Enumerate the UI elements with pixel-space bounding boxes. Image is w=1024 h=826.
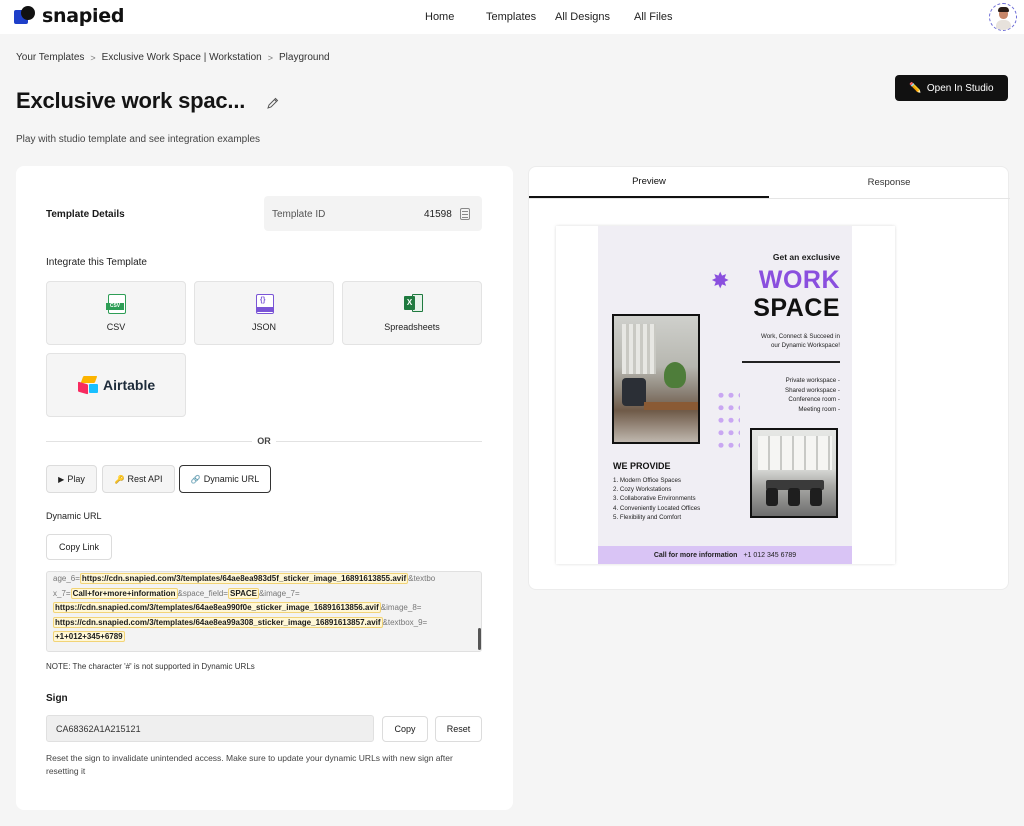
airtable-integration-tile[interactable]: Airtable (46, 353, 186, 417)
top-navigation: snapied Home Templates All Designs All F… (0, 0, 1024, 34)
poster-tagline: Work, Connect & Succeed in our Dynamic Wo… (761, 333, 840, 349)
csv-integration-tile[interactable]: CSV CSV (46, 281, 186, 345)
nav-all-designs[interactable]: All Designs (555, 11, 610, 23)
spreadsheets-integration-tile[interactable]: X Spreadsheets (342, 281, 482, 345)
airtable-logo-icon (77, 376, 99, 395)
starburst-icon: ✸ (711, 268, 730, 293)
nav-home[interactable]: Home (425, 11, 454, 23)
sign-help-text: Reset the sign to invalidate unintended … (46, 753, 453, 776)
integrate-label: Integrate this Template (46, 257, 147, 268)
brand-name: snapied (42, 5, 125, 27)
breadcrumb-your-templates[interactable]: Your Templates (16, 52, 84, 63)
url-scrollbar[interactable] (478, 628, 481, 650)
user-avatar[interactable] (989, 3, 1017, 31)
template-id-value: 41598 (424, 209, 452, 220)
key-icon: 🔑 (114, 474, 125, 484)
template-details-label: Template Details (46, 209, 125, 220)
dynamic-url-label: Dynamic URL (46, 511, 102, 521)
pencil-icon: ✏️ (909, 82, 922, 94)
csv-file-icon: CSV (106, 294, 126, 314)
play-mode-button[interactable]: ▶ Play (46, 465, 97, 493)
excel-icon: X (404, 294, 423, 314)
meeting-room-photo (750, 428, 838, 518)
breadcrumb-template[interactable]: Exclusive Work Space | Workstation (102, 52, 262, 63)
dynamic-url-text[interactable]: age_6= https://cdn.snapied.com/3/template… (46, 571, 482, 652)
copy-sign-button[interactable]: Copy (382, 716, 428, 742)
link-icon: 🔗 (190, 474, 201, 484)
copy-link-button[interactable]: Copy Link (46, 534, 112, 560)
breadcrumb-playground: Playground (279, 52, 330, 63)
poster-get-exclusive: Get an exclusive (772, 252, 840, 262)
office-photo (612, 314, 700, 444)
airtable-label: Airtable (103, 377, 156, 393)
poster-workspace-list: Private workspace - Shared workspace - Con… (784, 377, 840, 413)
open-in-studio-button[interactable]: ✏️ Open In Studio (895, 75, 1008, 101)
poster-rule (742, 361, 840, 363)
play-icon: ▶ (58, 474, 65, 484)
reset-sign-button[interactable]: Reset (435, 716, 482, 742)
pencil-edit-icon[interactable] (266, 96, 280, 110)
template-id-box: Template ID 41598 (264, 196, 482, 231)
dot-pattern (716, 389, 740, 453)
tab-response[interactable]: Response (769, 167, 1009, 198)
copy-icon[interactable] (460, 208, 470, 220)
tab-preview[interactable]: Preview (529, 167, 769, 198)
poster: Get an exclusive ✸ WORK SPACE Work, Conn… (598, 226, 852, 564)
template-preview-canvas: Get an exclusive ✸ WORK SPACE Work, Conn… (556, 226, 895, 564)
poster-services-list: 1. Modern Office Spaces 2. Cozy Workstati… (613, 477, 701, 521)
page-subtitle: Play with studio template and see integr… (16, 134, 261, 145)
rest-api-label: Rest API (127, 474, 163, 484)
json-file-icon: {} (256, 294, 274, 314)
or-label: OR (252, 436, 276, 446)
spreadsheets-label: Spreadsheets (384, 322, 440, 332)
sign-label: Sign (46, 693, 68, 704)
dynamic-url-mode-button[interactable]: 🔗 Dynamic URL (179, 465, 271, 493)
breadcrumb-separator: > (90, 52, 96, 63)
template-id-label: Template ID (272, 209, 326, 220)
open-in-studio-label: Open In Studio (926, 82, 994, 94)
snapied-logo-icon (14, 6, 38, 26)
poster-work: WORK (758, 266, 840, 294)
integration-panel: Template Details Template ID 41598 Integ… (16, 166, 513, 810)
csv-label: CSV (106, 322, 126, 332)
rest-api-mode-button[interactable]: 🔑 Rest API (102, 465, 175, 493)
breadcrumb: Your Templates > Exclusive Work Space | … (16, 52, 330, 63)
brand-logo[interactable]: snapied (14, 5, 124, 27)
dynamic-url-note: NOTE: The character '#' is not supported… (46, 662, 255, 671)
breadcrumb-separator: > (267, 52, 273, 63)
poster-footer: Call for more information +1 012 345 6789 (598, 546, 852, 564)
play-label: Play (67, 474, 85, 484)
tab-divider (529, 198, 1010, 199)
preview-panel: Preview Response Get an exclusive ✸ WORK… (528, 166, 1010, 590)
json-integration-tile[interactable]: {} JSON (194, 281, 334, 345)
sign-field[interactable] (46, 715, 374, 742)
nav-templates[interactable]: Templates (486, 11, 536, 23)
poster-we-provide: WE PROVIDE (613, 461, 671, 471)
nav-all-files[interactable]: All Files (634, 11, 673, 23)
json-label: JSON (251, 322, 276, 332)
poster-space: SPACE (753, 294, 840, 322)
dynamic-url-mode-label: Dynamic URL (203, 474, 260, 484)
page-title: Exclusive work spac... (16, 88, 246, 113)
